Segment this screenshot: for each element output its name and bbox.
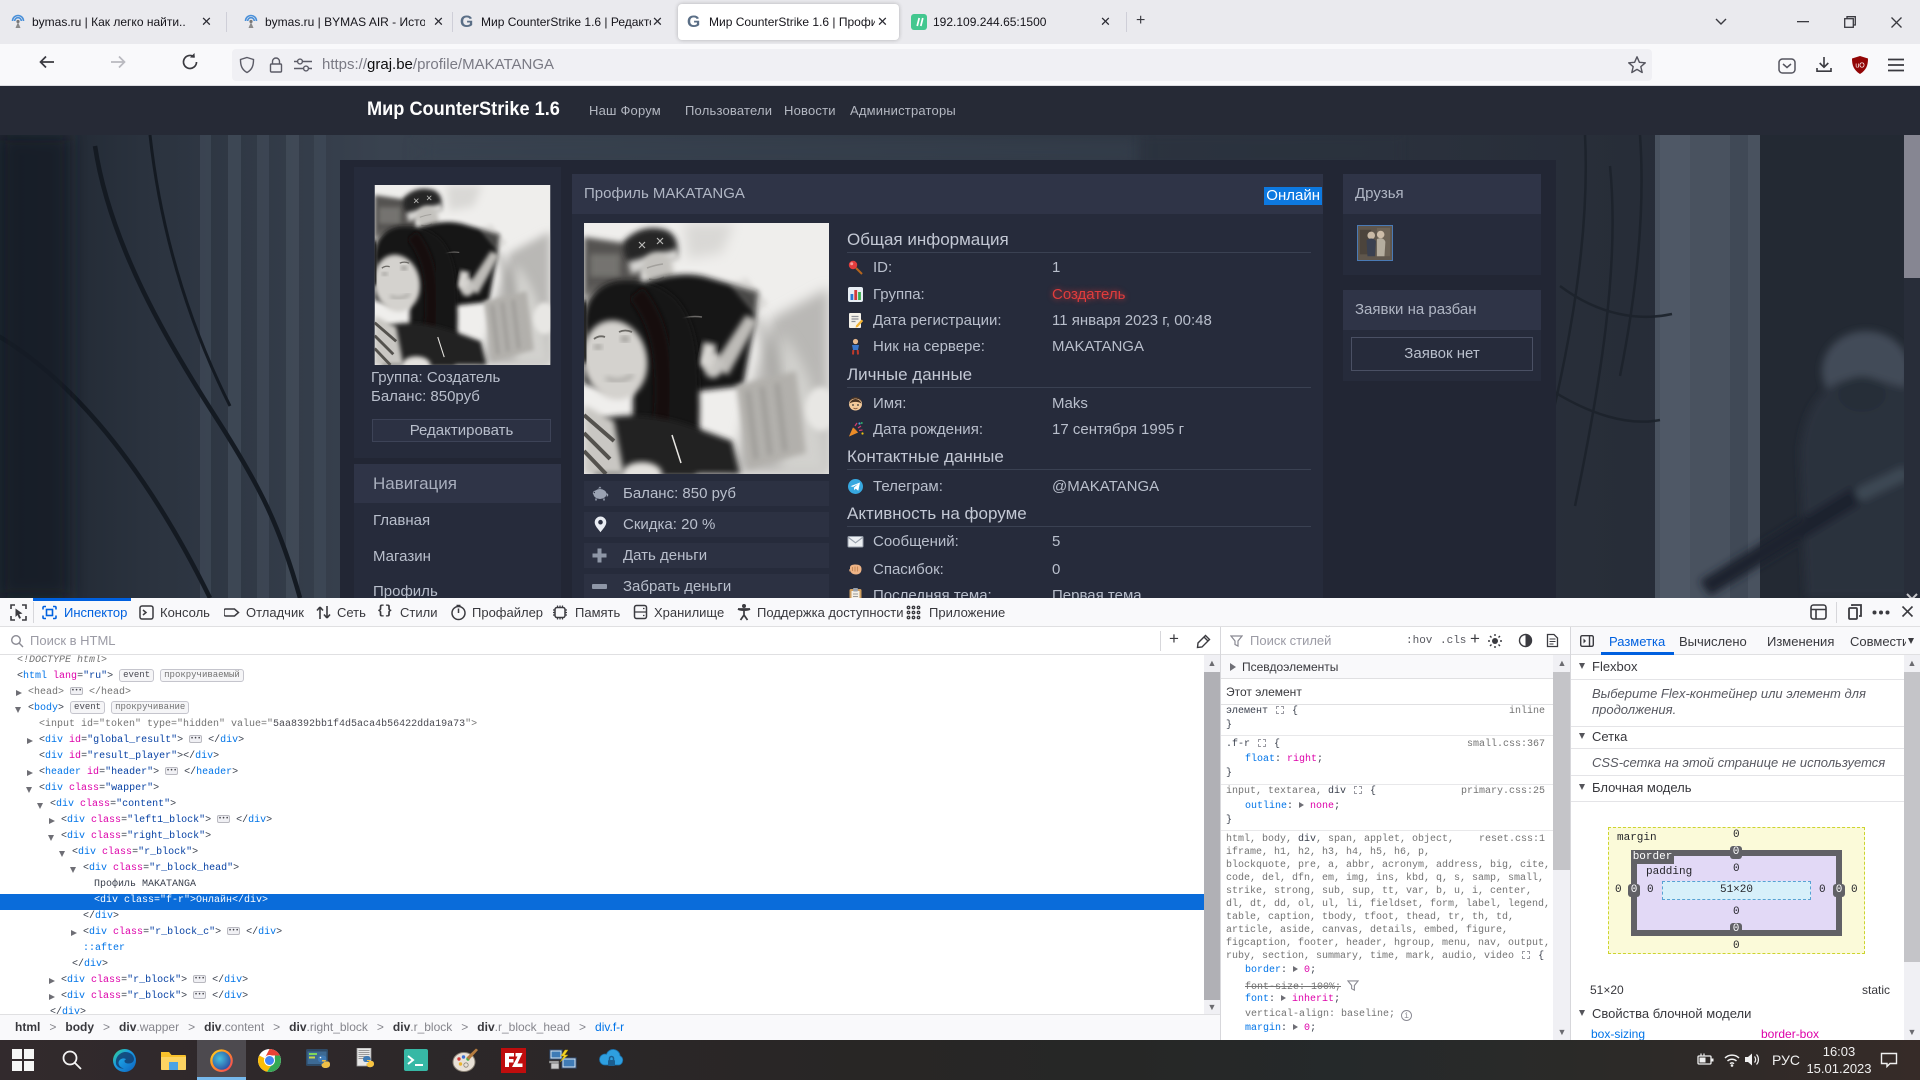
svg-text:uO: uO [1855,63,1865,70]
